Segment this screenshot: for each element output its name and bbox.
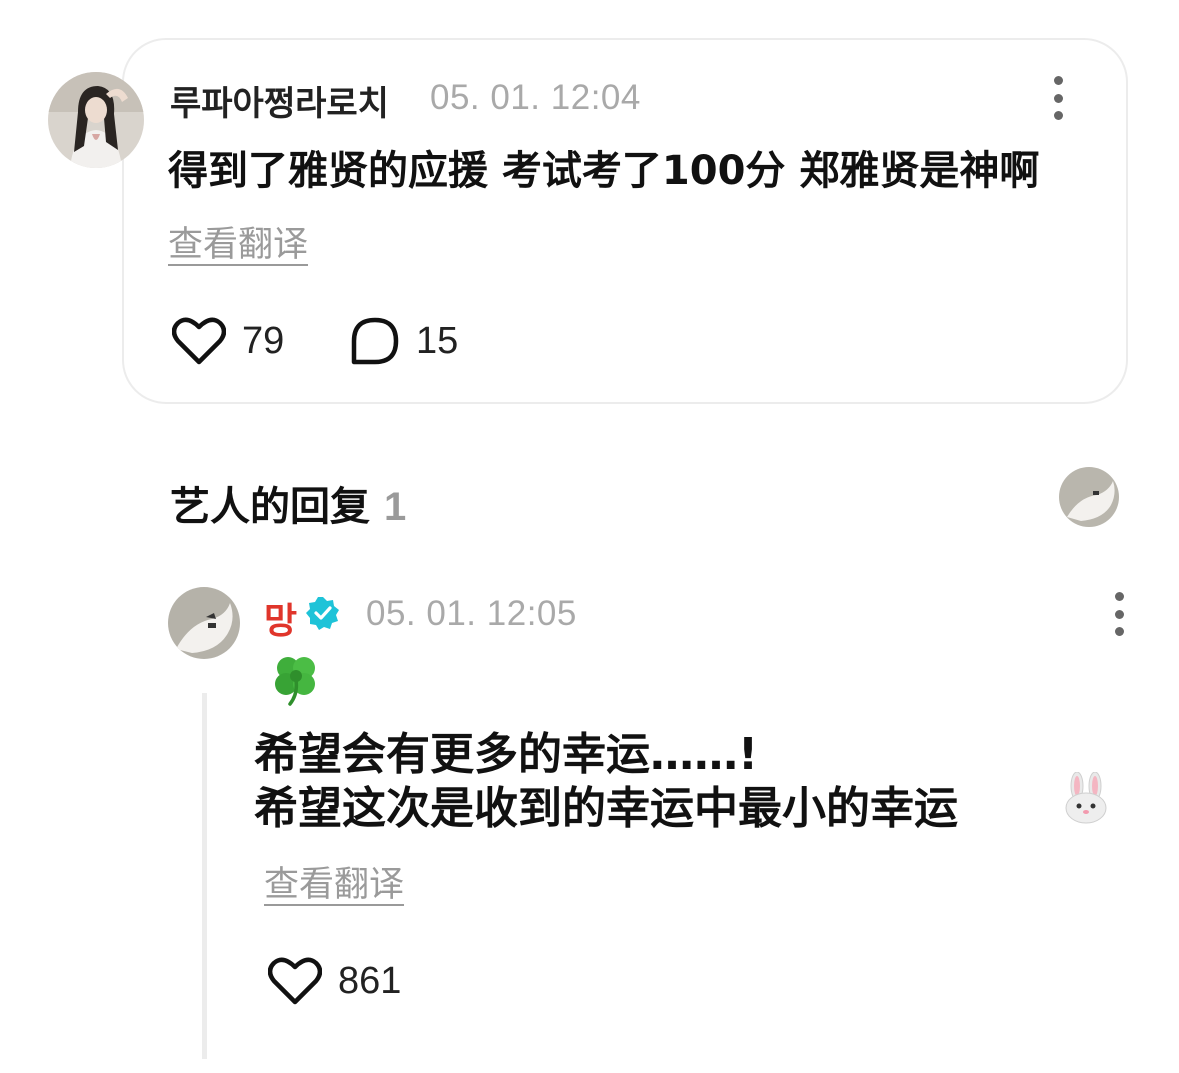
artist-replies-title: 艺人的回复 — [170, 484, 370, 530]
four-leaf-clover-icon — [275, 657, 315, 706]
post-author-avatar[interactable] — [48, 72, 144, 168]
bunny-face-icon — [1065, 772, 1107, 824]
heart-icon — [172, 317, 226, 365]
artist-replies-heading: 艺人的回复 1 — [170, 474, 406, 532]
reply-username[interactable]: 망 — [264, 592, 297, 644]
post-like-count: 79 — [242, 319, 285, 362]
post-translate-link[interactable]: 查看翻译 — [168, 216, 308, 267]
post-timestamp: 05. 01. 12:04 — [430, 78, 641, 117]
post-like-button[interactable]: 79 — [172, 316, 284, 366]
artist-avatar-small[interactable] — [1059, 467, 1119, 527]
more-vertical-icon — [1053, 76, 1063, 85]
reply-author-avatar[interactable] — [168, 587, 240, 659]
artist-avatar-icon — [1059, 467, 1119, 527]
artist-avatar-icon — [168, 587, 240, 659]
reply-text-line-2: 希望这次是收到的幸运中最小的幸运 — [254, 783, 958, 834]
post-comment-button[interactable]: 15 — [350, 316, 458, 366]
artist-replies-count: 1 — [384, 485, 407, 529]
post-comment-count: 15 — [416, 319, 459, 362]
user-avatar-icon — [48, 72, 144, 168]
reply-like-button[interactable]: 861 — [268, 956, 401, 1006]
reply-like-count: 861 — [338, 959, 402, 1002]
more-vertical-icon — [1114, 592, 1124, 601]
post-username[interactable]: 루파아쩡라로치 — [170, 76, 389, 125]
heart-icon — [268, 957, 322, 1005]
reply-more-button[interactable] — [1109, 592, 1129, 636]
reply-thread-line — [202, 693, 207, 1059]
reply-translate-link[interactable]: 查看翻译 — [264, 856, 404, 907]
post-body-text: 得到了雅贤的应援 考试考了100分 郑雅贤是神啊 — [168, 148, 1040, 194]
post-more-button[interactable] — [1048, 76, 1068, 120]
verified-badge-icon — [306, 597, 339, 630]
comment-bubble-icon — [351, 317, 399, 365]
reply-timestamp: 05. 01. 12:05 — [366, 594, 577, 633]
comment-thread-page: 루파아쩡라로치 05. 01. 12:04 得到了雅贤的应援 考试考了100分 … — [0, 0, 1179, 1073]
